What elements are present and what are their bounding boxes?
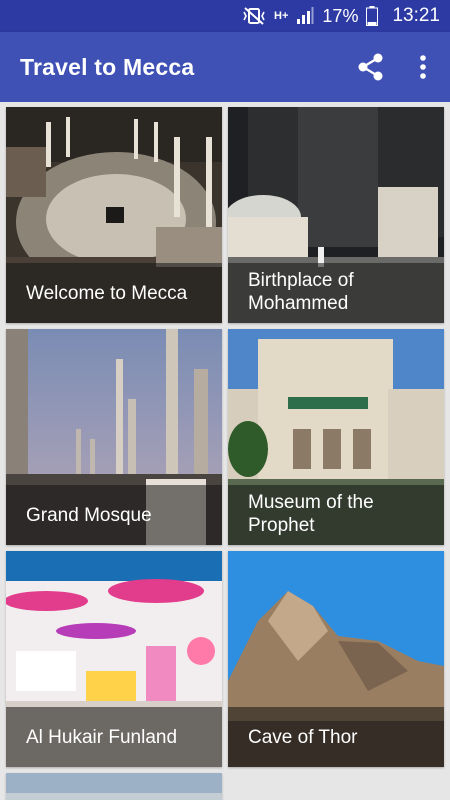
places-grid: Welcome to Mecca Birthplace ofMohammed	[0, 102, 450, 800]
more-vert-icon[interactable]	[414, 52, 432, 82]
app-bar: Travel to Mecca	[0, 32, 450, 102]
place-title: Grand Mosque	[26, 505, 152, 526]
place-card-birthplace[interactable]: Birthplace of Mohammed	[228, 107, 444, 323]
place-card-grand-mosque[interactable]: Grand Mosque	[6, 329, 222, 545]
place-title: Museum of the Prophet	[248, 492, 374, 536]
place-image	[6, 773, 222, 800]
battery-icon	[366, 6, 379, 26]
status-icons: H+ 17% 13:21	[242, 0, 440, 32]
battery-percent: 17%	[322, 5, 359, 26]
app-title: Travel to Mecca	[20, 54, 195, 80]
place-title: Al Hukair Funland	[26, 727, 178, 748]
network-type: H+	[274, 10, 289, 22]
place-card-cave-of-thor[interactable]: Cave of Thor	[228, 551, 444, 767]
place-card-funland[interactable]: Al Hukair Funland	[6, 551, 222, 767]
share-icon[interactable]	[356, 52, 386, 82]
place-card-welcome[interactable]: Welcome to Mecca	[6, 107, 222, 323]
place-card-partial[interactable]	[6, 773, 222, 800]
status-bar: H+ 17% 13:21	[0, 0, 450, 32]
place-title: Welcome to Mecca	[26, 283, 188, 304]
place-card-museum[interactable]: Museum of the Prophet	[228, 329, 444, 545]
place-title: Cave of Thor	[248, 727, 358, 748]
clock: 13:21	[392, 5, 440, 26]
vibrate-mute-icon	[243, 7, 265, 25]
place-title: Birthplace of Mohammed	[248, 270, 354, 314]
signal-icon	[297, 7, 314, 24]
